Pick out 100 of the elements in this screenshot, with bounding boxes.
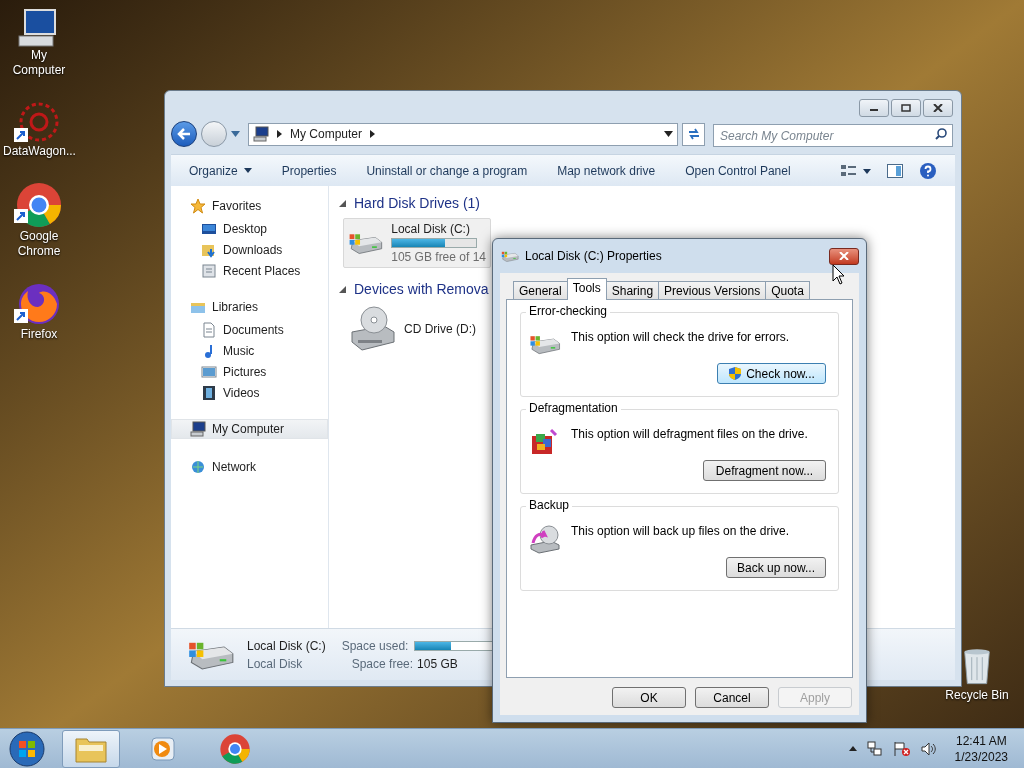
maximize-icon — [901, 104, 911, 112]
tab[interactable]: Previous Versions — [658, 281, 767, 299]
backup-icon — [529, 523, 561, 555]
preview-pane-icon[interactable] — [887, 163, 903, 178]
cd-drive-icon — [348, 306, 396, 352]
maximize-button[interactable] — [891, 99, 921, 117]
option-description: This option will defragment files on the drive. — [571, 426, 808, 443]
action-button[interactable]: Defragment now... — [703, 460, 826, 481]
desktop-icon-label[interactable]: DataWagon... — [1, 144, 77, 159]
search-field[interactable]: Search My Computer — [713, 124, 953, 147]
emblem-icon — [17, 100, 61, 144]
drive-tile[interactable]: Local Disk (C:) 105 GB free of 14 — [343, 218, 491, 268]
documents-icon — [201, 322, 217, 338]
chevron-icon — [370, 130, 376, 138]
start-button[interactable] — [6, 729, 48, 768]
caret-up-icon[interactable] — [848, 746, 857, 751]
drive-name: Local Disk (C:) — [247, 637, 326, 655]
tab[interactable]: General — [513, 281, 568, 299]
caret-icon — [231, 131, 240, 137]
nav-item[interactable]: Libraries — [171, 297, 328, 317]
recycle-bin-icon — [962, 646, 992, 686]
space-free-label: Space free: — [351, 655, 414, 673]
star-icon — [190, 198, 206, 214]
nav-item[interactable]: Network — [171, 457, 328, 477]
videos-icon — [201, 385, 217, 401]
clock-time[interactable]: 12:41 AM — [955, 732, 1007, 749]
desktop-icon-label[interactable]: Firefox — [18, 327, 60, 342]
windows-logo-icon — [9, 730, 45, 767]
mouse-cursor-icon — [832, 264, 846, 286]
hard-drive-icon — [529, 333, 561, 356]
speaker-icon[interactable] — [920, 740, 937, 757]
computer-icon — [253, 126, 269, 142]
nav-item[interactable]: Recent Places — [171, 263, 328, 279]
dialog-button[interactable]: OK — [612, 687, 686, 708]
tab[interactable]: Quota — [765, 281, 810, 299]
caret-icon — [243, 168, 252, 173]
chrome-icon — [15, 181, 63, 229]
flag-error-icon[interactable] — [892, 740, 911, 757]
group-label: Backup — [526, 498, 573, 512]
toolbar-button[interactable]: Organize — [189, 161, 252, 180]
caret-icon — [664, 131, 673, 137]
group-heading: Hard Disk Drives (1) — [354, 193, 480, 213]
toolbar-button[interactable]: Open Control Panel — [685, 161, 791, 180]
nav-item[interactable]: Pictures — [171, 364, 328, 380]
back-arrow-icon — [177, 128, 191, 140]
shortcut-arrow-icon — [14, 209, 28, 223]
address-bar[interactable]: My Computer — [248, 122, 678, 146]
collapse-triangle-icon[interactable] — [339, 285, 346, 293]
drive-name: CD Drive (D:) — [404, 321, 476, 338]
help-icon[interactable] — [919, 161, 937, 180]
refresh-button[interactable] — [682, 122, 705, 146]
pictures-icon — [201, 364, 217, 380]
network-icon — [190, 459, 206, 475]
drive-info: 105 GB free of 14 — [391, 249, 486, 266]
clock-date[interactable]: 1/23/2023 — [954, 748, 1008, 765]
group-label: Error-checking — [526, 304, 611, 318]
nav-item[interactable]: Videos — [171, 385, 328, 401]
drive-tile[interactable]: CD Drive (D:) — [343, 304, 491, 354]
window-title: Local Disk (C:) Properties — [525, 248, 662, 265]
chrome-icon — [219, 732, 251, 765]
close-button[interactable] — [829, 247, 859, 265]
tab[interactable]: Tools — [566, 278, 607, 300]
toolbar-button[interactable]: Properties — [281, 161, 337, 180]
nav-item[interactable]: Favorites — [171, 196, 328, 216]
option-description: This option will back up files on the drive. — [571, 523, 790, 540]
space-used-label: Space used: — [341, 637, 409, 655]
network-icon[interactable] — [866, 740, 883, 757]
drive-name: Local Disk (C:) — [391, 221, 471, 238]
shield-icon — [728, 366, 743, 381]
breadcrumb[interactable]: My Computer — [290, 125, 363, 143]
hard-drive-icon — [501, 249, 519, 263]
nav-item[interactable]: My Computer — [171, 419, 328, 439]
desktop-icon-label[interactable]: Google Chrome — [1, 229, 77, 259]
group-label: Defragmentation — [526, 401, 621, 415]
desktop-icon — [201, 221, 217, 237]
desktop-icon-label[interactable]: My Computer — [1, 48, 77, 78]
shortcut-arrow-icon — [14, 128, 28, 142]
action-button[interactable]: Back up now... — [726, 557, 826, 578]
tab[interactable]: Sharing — [605, 281, 660, 299]
taskbar-app[interactable] — [62, 729, 120, 768]
media-player-icon — [149, 734, 177, 763]
collapse-triangle-icon[interactable] — [339, 199, 346, 207]
fox-globe-icon — [16, 281, 62, 327]
minimize-button[interactable] — [859, 99, 889, 117]
action-button[interactable]: Check now... — [717, 363, 826, 384]
nav-item[interactable]: Downloads — [171, 242, 328, 258]
drive-type: Local Disk — [247, 655, 304, 673]
close-button[interactable] — [923, 99, 953, 117]
toolbar-button[interactable]: Uninstall or change a program — [366, 161, 528, 180]
back-button[interactable] — [171, 121, 197, 147]
toolbar-button[interactable]: Map network drive — [557, 161, 656, 180]
recent-icon — [201, 263, 217, 279]
nav-item[interactable]: Music — [171, 343, 328, 359]
nav-item[interactable]: Documents — [171, 322, 328, 338]
nav-item[interactable]: Desktop — [171, 221, 328, 237]
dialog-button[interactable]: Cancel — [695, 687, 769, 708]
view-options-icon[interactable] — [841, 163, 871, 178]
close-icon — [839, 252, 849, 260]
refresh-icon — [686, 128, 701, 140]
desktop-icon-label[interactable]: Recycle Bin — [945, 686, 1009, 704]
